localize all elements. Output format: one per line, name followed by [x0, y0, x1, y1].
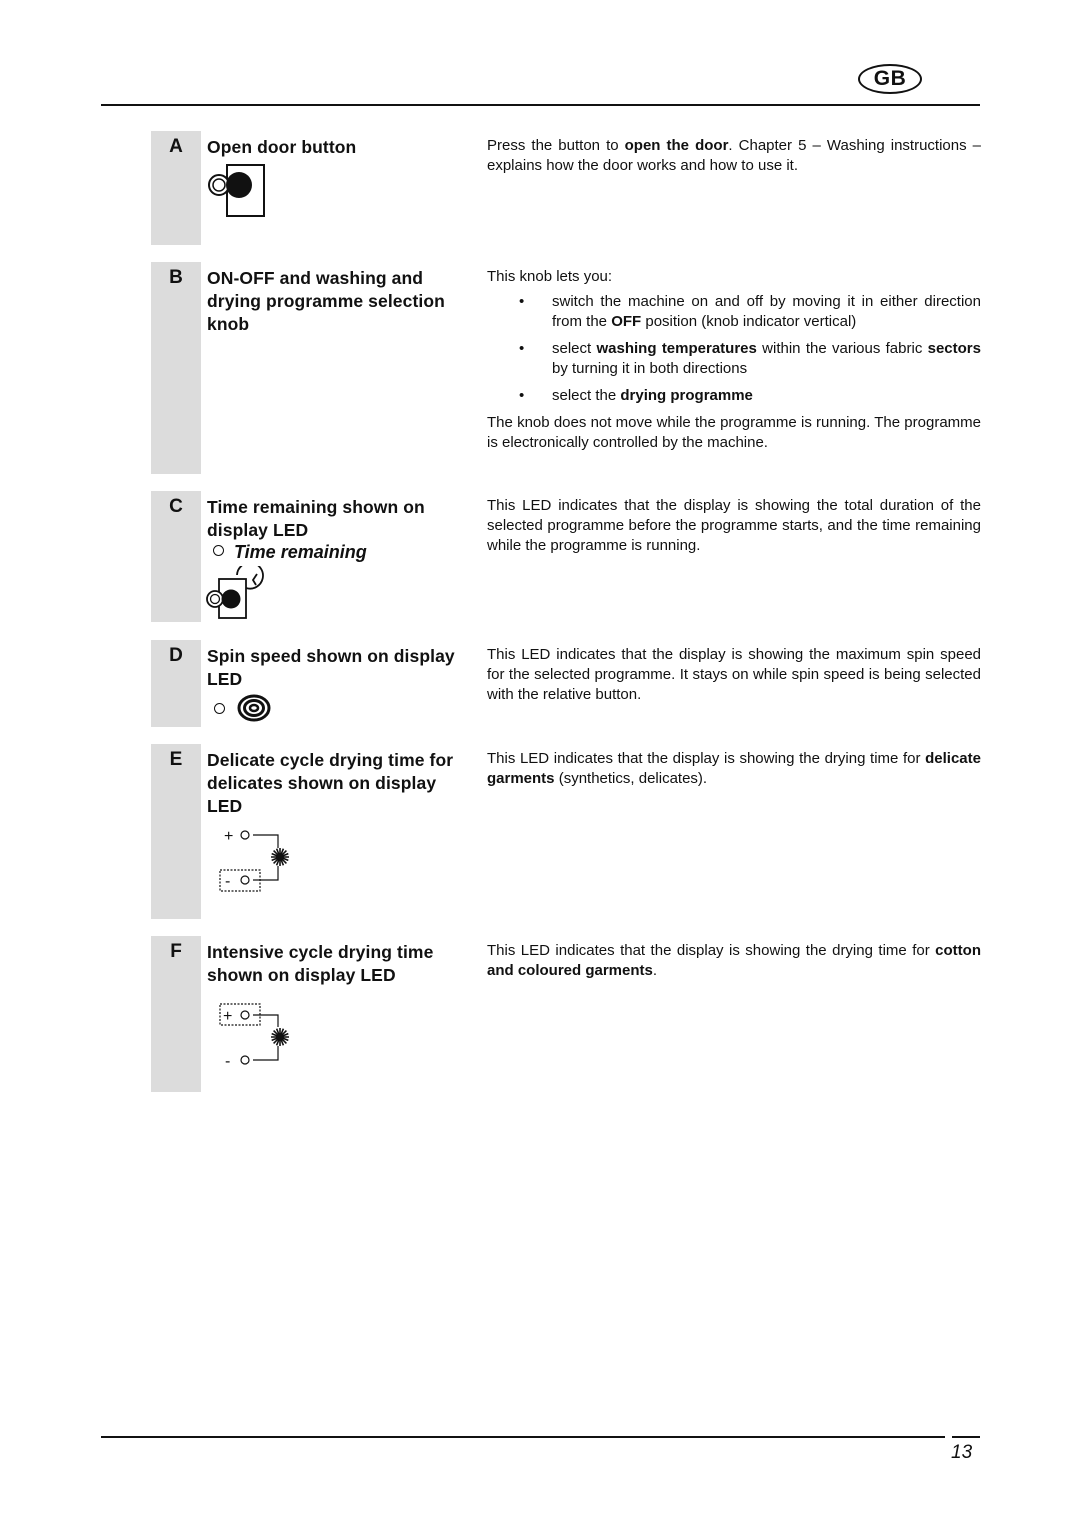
section-e: E Delicate cycle drying time for delicat…: [151, 744, 981, 919]
emphasis-text: drying programme: [620, 387, 753, 404]
plus-label: +: [223, 1008, 232, 1025]
emphasis-text: OFF: [611, 313, 642, 330]
led-indicator-icon: [214, 703, 225, 714]
section-description: Press the button to open the door. Chapt…: [487, 137, 981, 174]
section-title: Spin speed shown on display LED: [207, 646, 455, 689]
section-letter: D: [169, 645, 183, 666]
time-remaining-text: Time remaining: [234, 542, 367, 562]
section-description: This LED indicates that the display is s…: [487, 750, 981, 787]
bullet-icon: •: [519, 340, 525, 357]
emphasis-text: delicate garments: [487, 750, 981, 787]
emphasis-text: open the door: [624, 137, 729, 154]
emphasis-text: washing temperatures: [596, 340, 757, 357]
section-description: This LED indicates that the display is s…: [487, 646, 981, 703]
knob-note: The knob does not move while the program…: [487, 414, 981, 451]
time-remaining-icon: [206, 566, 264, 619]
section-description: This LED indicates that the display is s…: [487, 497, 981, 554]
delicate-drying-led-icon: + -: [219, 828, 289, 892]
minus-label: -: [225, 873, 230, 890]
section-letter: A: [169, 136, 183, 157]
knob-intro: This knob lets you:: [487, 268, 613, 285]
section-b: B ON-OFF and washing and drying programm…: [151, 262, 981, 474]
list-item: • switch the machine on and off by moving…: [519, 293, 981, 330]
plus-label: +: [224, 828, 233, 845]
list-item: • select the drying programme: [519, 387, 753, 404]
time-remaining-label: Time remaining: [213, 542, 367, 563]
emphasis-text: sectors: [927, 340, 981, 357]
led-indicator-icon: [213, 545, 224, 556]
minus-label: -: [225, 1053, 230, 1070]
section-f: F Intensive cycle drying time shown on d…: [151, 936, 981, 1092]
section-c: C Time remaining shown on display LED Ti…: [151, 491, 981, 622]
bullet-icon: •: [519, 293, 525, 310]
footer-rule: [101, 1436, 945, 1438]
section-letter: E: [169, 749, 183, 770]
section-title: Time remaining shown on display LED: [207, 497, 425, 540]
section-marker-bar: [151, 262, 201, 474]
page-number-rule: [952, 1436, 980, 1438]
section-letter: C: [169, 496, 183, 517]
list-item: • select washing temperatures within the …: [519, 340, 981, 377]
section-description: This LED indicates that the display is s…: [487, 942, 981, 979]
language-badge: GB: [858, 64, 922, 94]
section-title: Intensive cycle drying time shown on dis…: [207, 942, 434, 985]
knob-functions-list: • switch the machine on and off by moving…: [487, 292, 981, 406]
page-number: 13: [951, 1442, 973, 1463]
emphasis-text: cotton and coloured garments: [487, 942, 981, 979]
section-a: A Open door button Press the button to o…: [151, 131, 981, 245]
section-description: This knob lets you: • switch the machine …: [487, 267, 981, 453]
intensive-drying-led-icon: + -: [219, 1003, 289, 1070]
section-d: D Spin speed shown on display LED This L…: [151, 640, 981, 727]
section-title: Open door button: [207, 137, 357, 157]
section-letter: B: [169, 267, 183, 288]
header-rule: [101, 104, 980, 106]
spin-spiral-icon: [237, 694, 271, 722]
section-title: ON-OFF and washing and drying programme …: [207, 268, 445, 334]
bullet-icon: •: [519, 387, 525, 404]
section-letter: F: [170, 941, 182, 962]
door-button-icon: [208, 164, 265, 217]
section-title: Delicate cycle drying time for delicates…: [207, 750, 454, 816]
